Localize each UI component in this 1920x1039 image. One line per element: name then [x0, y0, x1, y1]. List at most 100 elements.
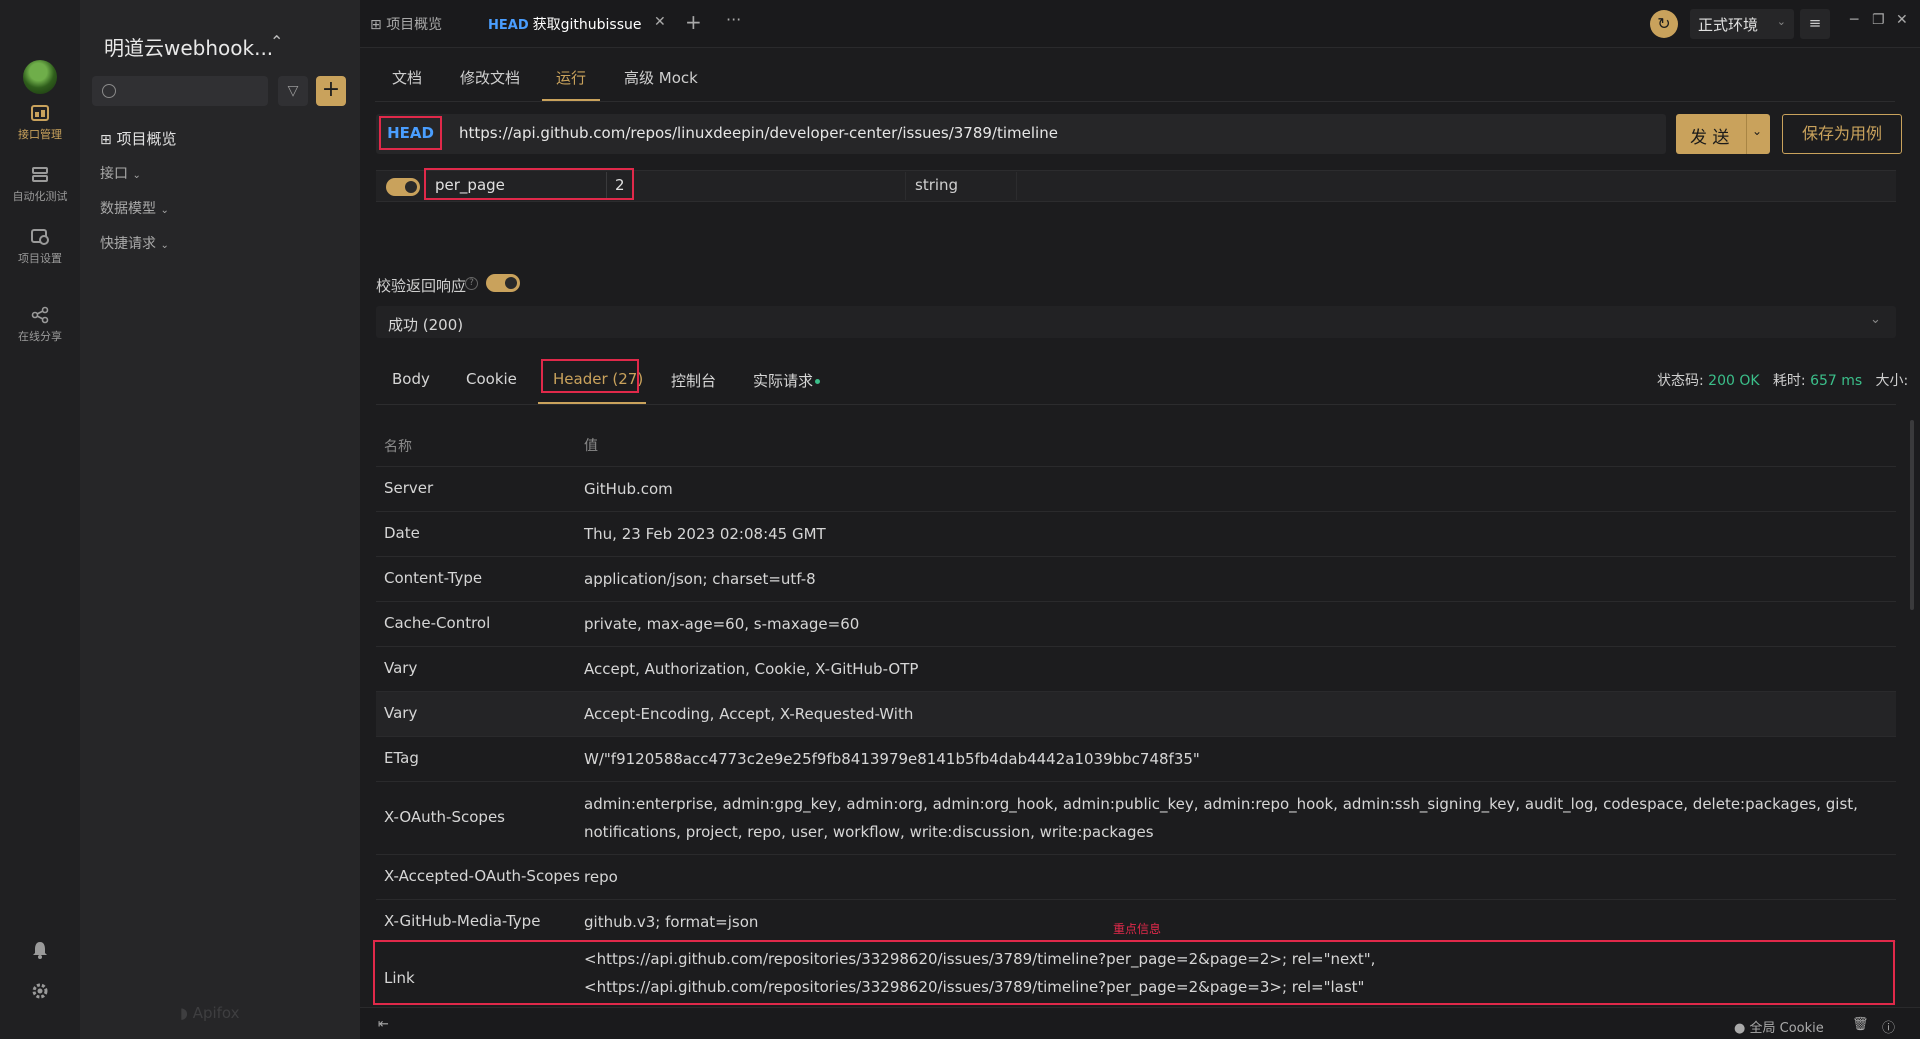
- header-name: Content-Type: [384, 569, 483, 587]
- tab-console[interactable]: 控制台: [671, 370, 716, 391]
- table-row: X-Accepted-OAuth-Scopes repo: [376, 855, 1896, 900]
- param-key-input[interactable]: per_page: [435, 176, 505, 194]
- response-select-value: 成功 (200): [388, 316, 464, 334]
- send-label: 发 送: [1690, 128, 1730, 148]
- sidebar-item-data-model[interactable]: 数据模型 ⌄: [100, 198, 169, 218]
- avatar[interactable]: [23, 60, 57, 94]
- table-row: Content-Type application/json; charset=u…: [376, 557, 1896, 602]
- help-icon[interactable]: ?: [465, 277, 478, 290]
- table-row: Server GitHub.com: [376, 467, 1896, 512]
- filter-button[interactable]: ▽: [278, 76, 308, 106]
- header-value: Accept, Authorization, Cookie, X-GitHub-…: [584, 660, 919, 678]
- gear-icon[interactable]: [30, 981, 50, 1001]
- sidebar-toggle-icon[interactable]: ⇤: [378, 1017, 389, 1032]
- bottom-bar: ⇤ ● 全局 Cookie 🗑 ⓘ: [360, 1007, 1920, 1039]
- share-icon: [31, 306, 49, 324]
- param-enable-toggle[interactable]: [386, 178, 420, 196]
- tab-body[interactable]: Body: [392, 370, 430, 388]
- divider: [1746, 114, 1747, 154]
- table-row: ETag W/"f9120588acc4773c2e9e25f9fb841397…: [376, 737, 1896, 782]
- header-value: Accept-Encoding, Accept, X-Requested-Wit…: [584, 705, 914, 723]
- status-code: 200 OK: [1708, 373, 1760, 389]
- column-name-header: 名称: [384, 439, 412, 455]
- add-button[interactable]: +: [316, 76, 346, 106]
- env-sync-icon[interactable]: ↻: [1650, 10, 1678, 38]
- subtab-doc[interactable]: 文档: [392, 67, 422, 88]
- rail-share[interactable]: 在线分享: [0, 306, 80, 344]
- param-value-input[interactable]: 2: [615, 176, 625, 194]
- response-select[interactable]: [376, 306, 1896, 338]
- sidebar-item-api[interactable]: 接口 ⌄: [100, 163, 141, 183]
- window-close-icon[interactable]: ✕: [1896, 12, 1908, 28]
- watermark-text: Apifox: [192, 1004, 240, 1022]
- size-label: 大小:: [1875, 373, 1909, 389]
- tab-cookie[interactable]: Cookie: [466, 370, 517, 388]
- sidebar-item-label: 快捷请求: [100, 236, 156, 252]
- tab-request[interactable]: HEAD 获取githubissue: [488, 14, 642, 34]
- divider: [1016, 172, 1017, 200]
- tab-header[interactable]: Header (27): [553, 370, 643, 388]
- url-input[interactable]: https://api.github.com/repos/linuxdeepin…: [459, 124, 1058, 142]
- validate-toggle[interactable]: [486, 274, 520, 292]
- highlight-box: [373, 940, 1895, 1005]
- tab-label: 项目概览: [386, 17, 443, 33]
- divider: [375, 101, 1895, 102]
- header-value: GitHub.com: [584, 480, 673, 498]
- cookie-label: 全局 Cookie: [1749, 1021, 1824, 1036]
- method-select[interactable]: HEAD: [379, 116, 442, 150]
- global-cookie-button[interactable]: ● 全局 Cookie: [1734, 1017, 1824, 1036]
- status-code-label: 状态码:: [1657, 373, 1704, 389]
- table-row: Cache-Control private, max-age=60, s-max…: [376, 602, 1896, 647]
- chevron-down-icon[interactable]: ⌄: [1870, 312, 1881, 327]
- rail-project-settings[interactable]: 项目设置: [0, 228, 80, 266]
- subtab-run[interactable]: 运行: [556, 67, 586, 88]
- rail-label: 在线分享: [18, 330, 62, 343]
- table-row: Vary Accept-Encoding, Accept, X-Requeste…: [376, 692, 1896, 737]
- send-button[interactable]: 发 送 ⌄: [1676, 114, 1770, 154]
- sidebar-item-quick-request[interactable]: 快捷请求 ⌄: [100, 233, 169, 253]
- divider: [376, 404, 1896, 405]
- sidebar-item-overview[interactable]: ⊞ 项目概览: [100, 128, 177, 149]
- param-type[interactable]: string: [915, 176, 958, 194]
- tab-overview[interactable]: ⊞ 项目概览: [370, 14, 442, 34]
- menu-icon[interactable]: ≡: [1800, 9, 1830, 39]
- rail-automated-testing[interactable]: 自动化测试: [0, 166, 80, 204]
- header-name: X-OAuth-Scopes: [384, 808, 505, 826]
- more-icon[interactable]: ···: [726, 10, 741, 29]
- table-row: Vary Accept, Authorization, Cookie, X-Gi…: [376, 647, 1896, 692]
- header-value: github.v3; format=json: [584, 913, 759, 931]
- tab-label: 实际请求: [753, 372, 814, 390]
- divider: [606, 172, 607, 198]
- env-name: 正式环境: [1698, 16, 1759, 34]
- sidebar-item-label: 接口: [100, 166, 128, 182]
- sidebar-item-label: 数据模型: [100, 201, 156, 217]
- subtab-edit-doc[interactable]: 修改文档: [460, 67, 520, 88]
- rail-api-management[interactable]: 接口管理: [0, 104, 80, 142]
- header-value: application/json; charset=utf-8: [584, 570, 816, 588]
- save-as-case-button[interactable]: 保存为用例: [1782, 114, 1902, 154]
- project-switch-icon[interactable]: ⌃: [270, 32, 283, 51]
- response-time: 657 ms: [1810, 373, 1863, 389]
- env-select[interactable]: 正式环境 ⌄: [1690, 9, 1794, 39]
- help-icon[interactable]: ⓘ: [1882, 1017, 1895, 1036]
- tab-actual-request[interactable]: 实际请求: [753, 370, 821, 391]
- table-row: Date Thu, 23 Feb 2023 02:08:45 GMT: [376, 512, 1896, 557]
- search-input[interactable]: [92, 76, 268, 106]
- project-settings-icon: [31, 229, 49, 245]
- filter-icon: ▽: [287, 83, 299, 99]
- status-dot: [815, 379, 821, 384]
- header-name: Date: [384, 524, 420, 542]
- trash-icon[interactable]: 🗑: [1852, 1017, 1869, 1032]
- chevron-down-icon[interactable]: ⌄: [1752, 124, 1762, 138]
- subtab-mock[interactable]: 高级 Mock: [624, 67, 698, 88]
- icon-rail: 接口管理 自动化测试 项目设置 在线分享: [0, 0, 80, 1039]
- close-icon[interactable]: ✕: [654, 14, 666, 30]
- add-tab-icon[interactable]: +: [685, 10, 702, 34]
- restore-icon[interactable]: ❐: [1872, 12, 1885, 28]
- rail-label: 接口管理: [18, 128, 62, 141]
- project-title[interactable]: 明道云webhook...: [104, 32, 273, 61]
- bell-icon[interactable]: [30, 940, 50, 960]
- cookie-icon: ●: [1734, 1021, 1746, 1036]
- minimize-icon[interactable]: ─: [1850, 12, 1858, 28]
- scrollbar[interactable]: [1910, 420, 1914, 610]
